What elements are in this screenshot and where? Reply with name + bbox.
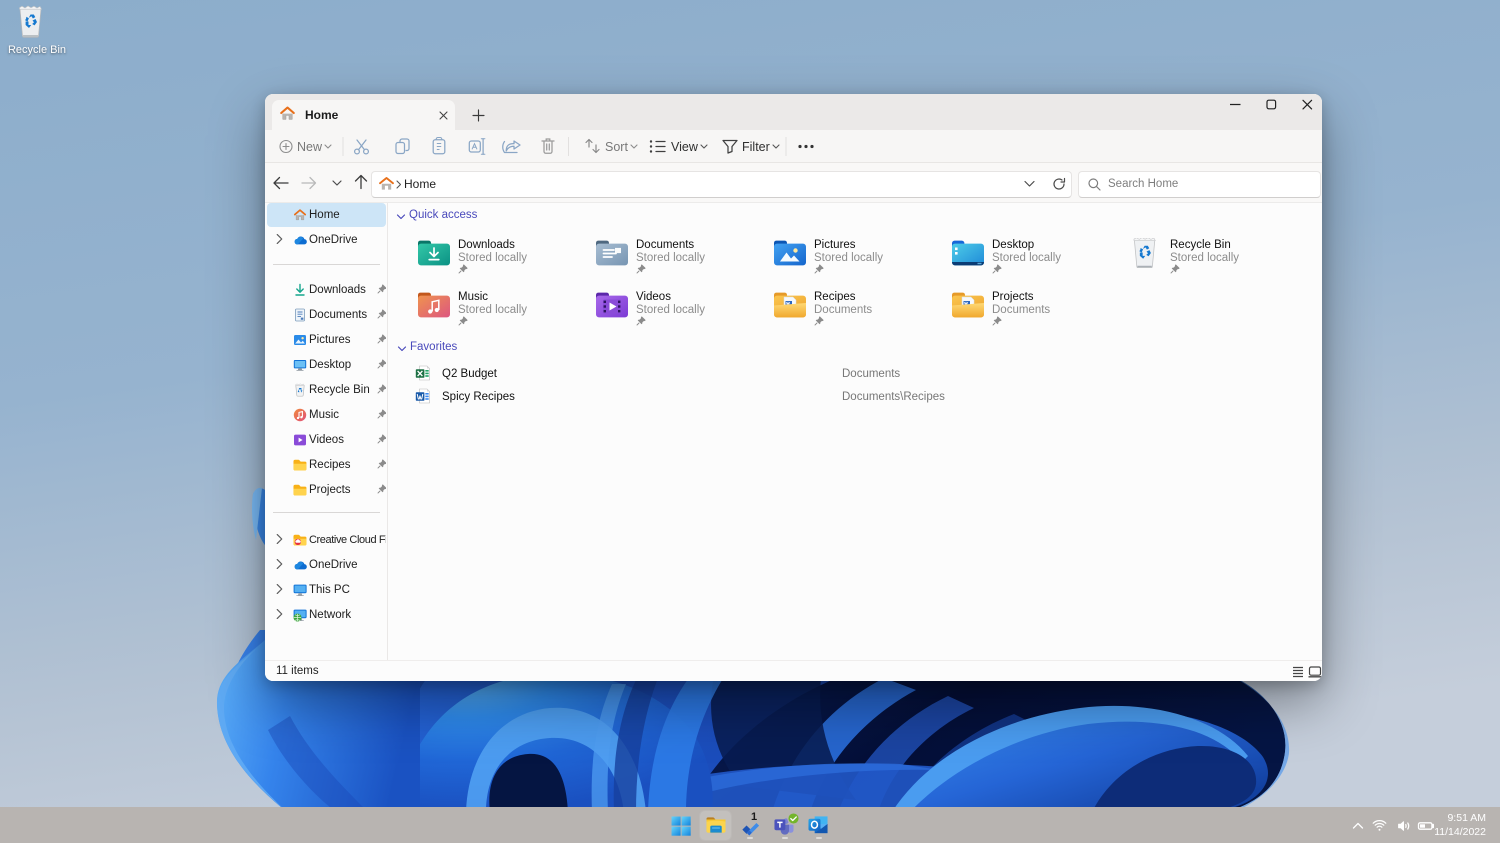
svg-text:Sort: Sort xyxy=(605,140,628,154)
svg-text:View: View xyxy=(671,140,699,154)
svg-text:New: New xyxy=(297,140,323,154)
svg-text:Filter: Filter xyxy=(742,140,770,154)
